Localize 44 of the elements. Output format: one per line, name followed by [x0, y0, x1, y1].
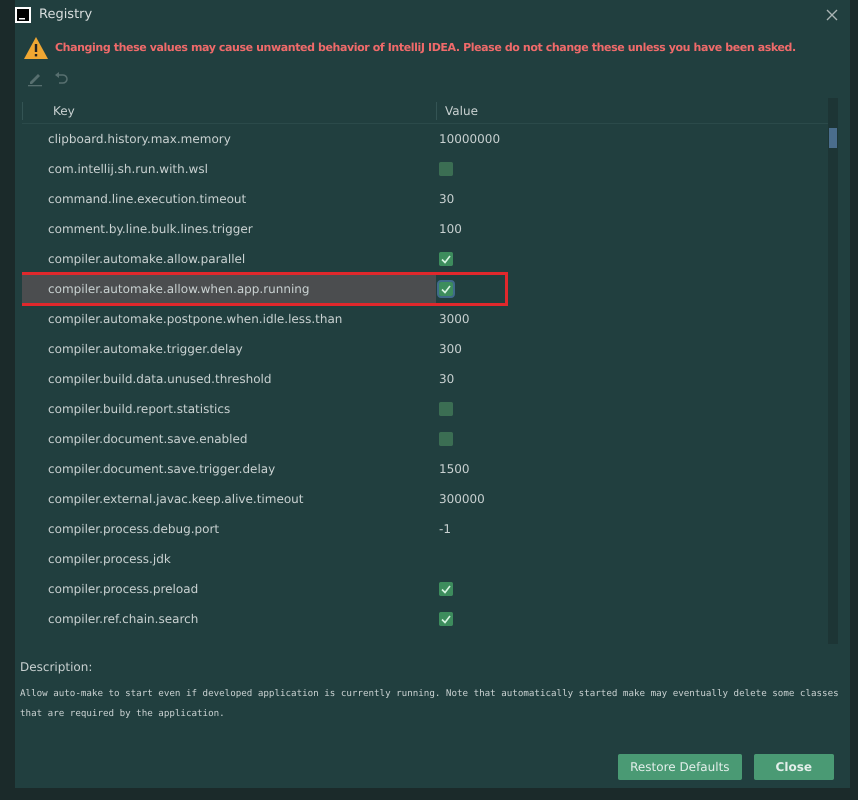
registry-value: 300000 — [439, 491, 485, 508]
column-header: Key — [22, 102, 436, 120]
close-icon[interactable] — [824, 7, 840, 23]
warning-message: Changing these values may cause unwanted behavior of IntelliJ IDEA. Please do not change these unless you have been asked. — [55, 40, 796, 56]
registry-key[interactable]: comment.by.line.bulk.lines.trigger — [22, 214, 436, 244]
warning-icon — [23, 36, 49, 60]
registry-value: 3000 — [439, 311, 470, 328]
registry-value: 1500 — [439, 461, 470, 478]
registry-key[interactable]: compiler.automake.postpone.when.idle.less.than — [22, 304, 436, 334]
window-title: Registry — [39, 6, 92, 24]
registry-key[interactable]: clipboard.history.max.memory — [22, 124, 436, 154]
checkbox[interactable] — [439, 432, 453, 446]
description-label: Description: — [20, 659, 94, 676]
checkbox[interactable] — [439, 282, 453, 296]
scrollbar-thumb[interactable] — [829, 128, 837, 148]
registry-value: -1 — [439, 521, 451, 538]
registry-key[interactable]: command.line.execution.timeout — [22, 184, 436, 214]
registry-key[interactable]: com.intellij.sh.run.with.wsl — [22, 154, 436, 184]
registry-value: 30 — [439, 371, 454, 388]
registry-key[interactable]: compiler.automake.allow.parallel — [22, 244, 436, 274]
checkbox[interactable] — [439, 402, 453, 416]
registry-key[interactable]: compiler.external.javac.keep.alive.timeout — [22, 484, 436, 514]
registry-value: 10000000 — [439, 131, 500, 148]
registry-key[interactable]: compiler.process.preload — [22, 574, 436, 604]
scrollbar[interactable] — [828, 98, 838, 644]
checkbox[interactable] — [439, 252, 453, 266]
registry-key[interactable]: compiler.document.save.enabled — [22, 424, 436, 454]
registry-value: 30 — [439, 191, 454, 208]
registry-value: 100 — [439, 221, 462, 238]
checkbox[interactable] — [439, 612, 453, 626]
registry-key[interactable]: compiler.ref.chain.search — [22, 604, 436, 634]
checkbox[interactable] — [439, 162, 453, 176]
registry-key[interactable]: compiler.build.data.unused.threshold — [22, 364, 436, 394]
description-text: Allow auto-make to start even if developed application is currently running. Note that automatically started make may eventually delete some classes that are required by the application. — [20, 687, 840, 721]
column-header: Value — [436, 102, 478, 120]
registry-key[interactable]: compiler.process.jdk — [22, 544, 436, 574]
registry-key[interactable]: compiler.process.debug.port — [22, 514, 436, 544]
registry-key[interactable]: compiler.automake.allow.when.app.running — [22, 274, 436, 304]
checkbox[interactable] — [439, 582, 453, 596]
registry-key[interactable]: compiler.document.save.trigger.delay — [22, 454, 436, 484]
registry-value: 300 — [439, 341, 462, 358]
app-logo-icon — [15, 7, 31, 23]
registry-key[interactable]: compiler.automake.trigger.delay — [22, 334, 436, 364]
registry-key[interactable]: compiler.build.report.statistics — [22, 394, 436, 424]
